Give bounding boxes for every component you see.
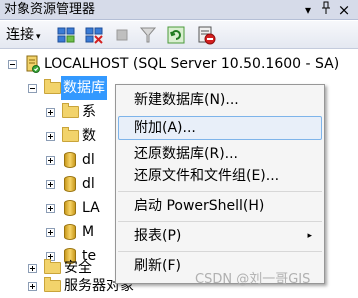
toolbar: 连接 ▾ <box>0 21 358 49</box>
menu-item-label: 新建数据库(N)... <box>134 92 239 108</box>
database-icon <box>64 176 76 192</box>
disconnect-icon[interactable] <box>84 25 104 45</box>
menu-item-restore-files[interactable]: 还原文件和文件组(E)... <box>118 164 322 188</box>
menu-separator <box>118 221 322 222</box>
collapse-icon[interactable] <box>28 84 37 93</box>
tree-node-label: dl <box>82 152 95 168</box>
tree-node-label: M <box>82 224 95 240</box>
connect-label: 连接 <box>6 27 34 43</box>
tree-node-label: 数 <box>82 128 96 144</box>
folder-icon <box>62 127 79 142</box>
pin-icon[interactable] <box>318 1 334 20</box>
database-icon <box>64 200 76 216</box>
filter-icon[interactable] <box>138 25 158 45</box>
tree-node-label: dl <box>82 176 95 192</box>
menu-item-label: 报表(P) <box>134 228 182 244</box>
folder-icon <box>44 259 61 274</box>
menu-item-label: 启动 PowerShell(H) <box>134 198 265 214</box>
folder-icon <box>44 277 61 292</box>
expand-icon[interactable] <box>46 132 55 141</box>
watermark: CSDN @刘一哥GIS <box>195 272 311 287</box>
chevron-right-icon: ▸ <box>307 231 312 241</box>
expand-icon[interactable] <box>46 156 55 165</box>
folder-icon <box>62 103 79 118</box>
expand-icon[interactable] <box>46 180 55 189</box>
menu-item-new-database[interactable]: 新建数据库(N)... <box>118 88 322 112</box>
chevron-down-icon: ▾ <box>36 32 41 42</box>
menu-item-label: 附加(A)... <box>134 120 196 136</box>
dropdown-icon[interactable]: ▾ <box>300 1 316 19</box>
database-icon <box>64 152 76 168</box>
collapse-icon[interactable] <box>8 60 17 69</box>
tree-node-server[interactable]: LOCALHOST (SQL Server 10.50.1600 - SA) <box>0 52 358 76</box>
menu-separator <box>118 191 322 192</box>
expand-icon[interactable] <box>46 204 55 213</box>
expand-icon[interactable] <box>46 108 55 117</box>
expand-icon[interactable] <box>46 228 55 237</box>
connect-object-icon[interactable] <box>56 25 76 45</box>
menu-item-label: 还原数据库(R)... <box>134 146 239 162</box>
menu-separator <box>118 251 322 252</box>
close-icon[interactable]: × <box>336 1 352 19</box>
menu-item-attach[interactable]: 附加(A)... <box>118 116 322 140</box>
window-title: 对象资源管理器 <box>4 2 96 17</box>
menu-item-reports[interactable]: 报表(P) ▸ <box>118 224 322 248</box>
server-label: LOCALHOST (SQL Server 10.50.1600 - SA) <box>44 56 340 72</box>
stop-icon[interactable] <box>112 25 132 45</box>
folder-icon <box>44 79 61 94</box>
tree-node-label: 系 <box>82 104 96 120</box>
menu-item-label: 还原文件和文件组(E)... <box>134 168 280 184</box>
expand-icon[interactable] <box>28 264 37 273</box>
server-icon <box>26 55 40 73</box>
database-icon <box>64 224 76 240</box>
menu-item-label: 刷新(F) <box>134 258 181 274</box>
title-bar: 对象资源管理器 ▾ × <box>0 0 358 20</box>
menu-item-restore-database[interactable]: 还原数据库(R)... <box>118 142 322 166</box>
context-menu: 新建数据库(N)... 附加(A)... 还原数据库(R)... 还原文件和文件… <box>115 84 325 284</box>
expand-icon[interactable] <box>28 282 37 291</box>
tree-node-label: LA <box>82 200 100 216</box>
activity-monitor-icon[interactable] <box>196 25 216 45</box>
databases-label: 数据库 <box>61 76 107 100</box>
refresh-icon[interactable] <box>166 25 186 45</box>
menu-item-start-powershell[interactable]: 启动 PowerShell(H) <box>118 194 322 218</box>
connect-button[interactable]: 连接 ▾ <box>6 25 41 47</box>
